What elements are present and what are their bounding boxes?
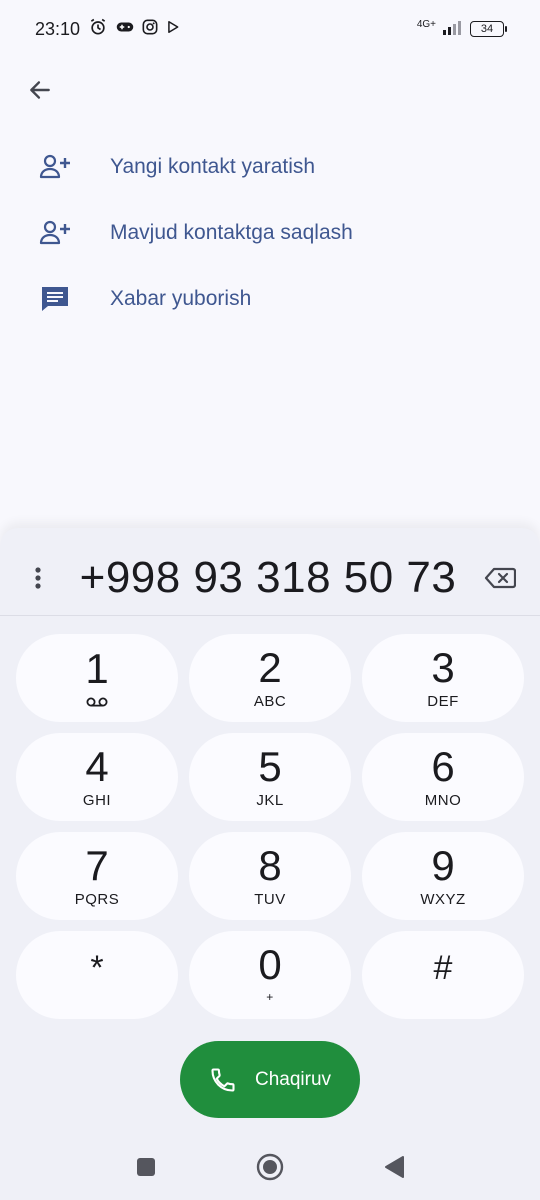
dialed-number[interactable]: +998 93 318 50 73 [58,553,478,603]
key-letters: JKL [256,792,284,809]
home-button[interactable] [252,1149,288,1185]
status-left: 23:10 [35,17,180,42]
battery-level: 34 [480,23,494,35]
key-digit: 2 [258,644,282,691]
back-nav-button[interactable] [376,1149,412,1185]
more-options-button[interactable] [18,558,58,598]
message-icon [38,282,72,316]
phone-icon [211,1067,235,1092]
key-letters: TUV [254,891,286,908]
signal-icon [442,19,464,40]
key-8[interactable]: 8 TUV [189,832,351,920]
back-arrow-icon [30,81,50,99]
create-contact-action[interactable]: Yangi kontakt yaratish [0,134,540,200]
send-message-label: Xabar yuborish [110,287,252,310]
key-letters: MNO [424,792,462,809]
call-button[interactable]: Chaqiruv [180,1041,360,1118]
key-digit: 9 [431,842,455,889]
key-letters: + [266,990,274,1004]
key-letters: PQRS [74,891,120,908]
battery-icon: 34 [470,21,507,37]
key-letters: DEF [427,693,459,710]
network-type: 4G+ [416,19,436,30]
triangle-back-icon [385,1156,404,1178]
action-list: Yangi kontakt yaratish Mavjud kontaktga … [0,134,540,332]
home-circle-icon [256,1153,284,1181]
send-message-action[interactable]: Xabar yuborish [0,266,540,332]
key-4[interactable]: 4 GHI [16,733,178,821]
key-digit: 4 [85,743,109,790]
play-store-icon [166,20,180,39]
voicemail-icon [86,696,108,708]
key-1[interactable]: 1 [16,634,178,722]
key-digit: * [90,949,104,987]
gamepad-icon [116,20,134,39]
square-icon [137,1158,155,1176]
key-hash[interactable]: # [362,931,524,1019]
dialer-panel: +998 93 318 50 73 1 2 ABC 3 DEF 4 GHI 5 … [0,528,540,1200]
add-person-icon [38,216,72,250]
create-contact-label: Yangi kontakt yaratish [110,155,316,178]
keypad: 1 2 ABC 3 DEF 4 GHI 5 JKL 6 MNO 7 PQRS 8… [16,634,524,1019]
key-letters: GHI [82,792,112,809]
key-9[interactable]: 9 WXYZ [362,832,524,920]
key-6[interactable]: 6 MNO [362,733,524,821]
key-star[interactable]: * [16,931,178,1019]
status-right: 4G+ 34 [416,19,507,40]
call-label: Chaqiruv [254,1068,332,1090]
key-digit: 8 [258,842,282,889]
instagram-icon [142,19,158,40]
key-5[interactable]: 5 JKL [189,733,351,821]
key-digit: 5 [258,743,282,790]
key-digit: 6 [431,743,455,790]
key-3[interactable]: 3 DEF [362,634,524,722]
key-letters: ABC [253,693,287,710]
key-digit: 0 [258,941,282,988]
key-digit: 1 [85,645,109,692]
key-digit: 7 [85,842,109,889]
backspace-icon [484,567,516,588]
status-bar: 23:10 4G+ 34 [0,0,540,58]
key-7[interactable]: 7 PQRS [16,832,178,920]
recents-button[interactable] [128,1149,164,1185]
alarm-icon [88,17,108,42]
key-letters: WXYZ [420,891,466,908]
key-digit: 3 [431,644,455,691]
backspace-button[interactable] [478,558,522,598]
navigation-bar [0,1134,540,1200]
back-button[interactable] [20,70,60,110]
save-to-existing-contact-action[interactable]: Mavjud kontaktga saqlash [0,200,540,266]
save-to-existing-contact-label: Mavjud kontaktga saqlash [110,221,353,244]
key-0[interactable]: 0 + [189,931,351,1019]
key-2[interactable]: 2 ABC [189,634,351,722]
number-row: +998 93 318 50 73 [0,540,540,616]
more-vertical-icon [35,566,41,589]
status-time: 23:10 [35,18,81,39]
key-digit: # [433,949,453,987]
add-person-icon [38,150,72,184]
